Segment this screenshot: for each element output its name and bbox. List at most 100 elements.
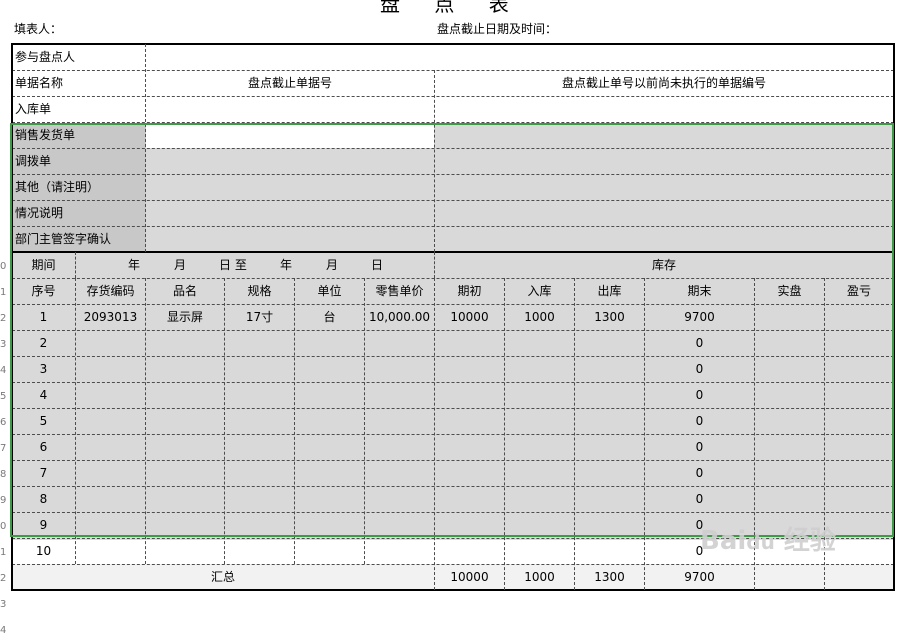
cell-open[interactable] [435, 434, 504, 460]
cell-open[interactable]: 10000 [435, 304, 504, 330]
cell-name[interactable] [146, 408, 224, 434]
cell-actual[interactable] [755, 434, 824, 460]
cell-price[interactable]: 10,000.00 [365, 304, 434, 330]
cell-actual[interactable] [755, 486, 824, 512]
cell-code[interactable] [76, 460, 145, 486]
cell-code[interactable]: 2093013 [76, 304, 145, 330]
cell-spec[interactable] [225, 538, 294, 564]
cell-unit[interactable] [295, 382, 364, 408]
cell-diff[interactable] [825, 408, 893, 434]
cell-price[interactable] [365, 382, 434, 408]
cell-in[interactable] [505, 434, 574, 460]
cell-open[interactable] [435, 408, 504, 434]
cell-in[interactable]: 1000 [505, 304, 574, 330]
cell-spec[interactable] [225, 486, 294, 512]
cell-diff[interactable] [825, 434, 893, 460]
cell-seq[interactable]: 10 [12, 538, 75, 564]
cell-unit[interactable] [295, 408, 364, 434]
cell-price[interactable] [365, 330, 434, 356]
row-header-number[interactable]: 3 [0, 340, 11, 350]
cell-price[interactable] [365, 434, 434, 460]
cell-out[interactable] [575, 330, 644, 356]
cell-code[interactable] [76, 538, 145, 564]
cell-code[interactable] [76, 382, 145, 408]
cell-price[interactable] [365, 460, 434, 486]
row-header-number[interactable]: 2 [0, 314, 11, 324]
cell-name[interactable] [146, 486, 224, 512]
cell-open[interactable] [435, 460, 504, 486]
cell-seq[interactable]: 6 [12, 434, 75, 460]
cell-open[interactable] [435, 538, 504, 564]
cell-name[interactable]: 显示屏 [146, 304, 224, 330]
cell-unit[interactable] [295, 486, 364, 512]
cell-code[interactable] [76, 408, 145, 434]
row-header-number[interactable]: 4 [0, 626, 11, 636]
cell-unit[interactable] [295, 356, 364, 382]
cell-unit[interactable]: 台 [295, 304, 364, 330]
cell-out[interactable] [575, 382, 644, 408]
cell-code[interactable] [76, 356, 145, 382]
cell-name[interactable] [146, 330, 224, 356]
cell-diff[interactable] [825, 304, 893, 330]
cell-out[interactable] [575, 434, 644, 460]
cell-seq[interactable]: 1 [12, 304, 75, 330]
cell-open[interactable] [435, 382, 504, 408]
row-header-strip[interactable]: 0 1 2 3 4 5 6 7 8 9 0 1 2 3 4 [0, 0, 11, 636]
cell-seq[interactable]: 3 [12, 356, 75, 382]
cell-end[interactable]: 0 [645, 460, 754, 486]
cell-name[interactable] [146, 434, 224, 460]
row-header-number[interactable]: 5 [0, 392, 11, 402]
cell-unit[interactable] [295, 538, 364, 564]
cell-in[interactable] [505, 408, 574, 434]
cell-code[interactable] [76, 434, 145, 460]
cell-open[interactable] [435, 512, 504, 538]
cell-diff[interactable] [825, 460, 893, 486]
cell-seq[interactable]: 2 [12, 330, 75, 356]
cell-actual[interactable] [755, 460, 824, 486]
row-header-number[interactable]: 3 [0, 600, 11, 610]
cell-price[interactable] [365, 408, 434, 434]
cell-name[interactable] [146, 460, 224, 486]
active-input-cell[interactable] [146, 124, 434, 148]
cell-diff[interactable] [825, 486, 893, 512]
cell-out[interactable] [575, 512, 644, 538]
cell-in[interactable] [505, 356, 574, 382]
cell-open[interactable] [435, 330, 504, 356]
cell-in[interactable] [505, 538, 574, 564]
cell-name[interactable] [146, 356, 224, 382]
row-header-number[interactable]: 8 [0, 470, 11, 480]
cell-end[interactable]: 0 [645, 330, 754, 356]
cell-spec[interactable] [225, 460, 294, 486]
cell-price[interactable] [365, 486, 434, 512]
cell-seq[interactable]: 9 [12, 512, 75, 538]
cell-name[interactable] [146, 382, 224, 408]
cell-spec[interactable] [225, 382, 294, 408]
cell-name[interactable] [146, 538, 224, 564]
row-header-number[interactable]: 6 [0, 418, 11, 428]
cell-in[interactable] [505, 382, 574, 408]
cell-code[interactable] [76, 486, 145, 512]
cell-actual[interactable] [755, 356, 824, 382]
cell-in[interactable] [505, 330, 574, 356]
cell-out[interactable] [575, 486, 644, 512]
cell-open[interactable] [435, 486, 504, 512]
cell-end[interactable]: 0 [645, 434, 754, 460]
cell-end[interactable]: 0 [645, 382, 754, 408]
row-header-number[interactable]: 1 [0, 288, 11, 298]
cell-out[interactable] [575, 408, 644, 434]
cell-out[interactable]: 1300 [575, 304, 644, 330]
cell-end[interactable]: 0 [645, 408, 754, 434]
row-header-number[interactable]: 2 [0, 574, 11, 584]
cell-code[interactable] [76, 330, 145, 356]
cell-seq[interactable]: 4 [12, 382, 75, 408]
cell-diff[interactable] [825, 356, 893, 382]
row-header-number[interactable]: 7 [0, 444, 11, 454]
cell-unit[interactable] [295, 460, 364, 486]
cell-out[interactable] [575, 460, 644, 486]
cell-spec[interactable] [225, 512, 294, 538]
cell-unit[interactable] [295, 512, 364, 538]
cell-actual[interactable] [755, 382, 824, 408]
cell-diff[interactable] [825, 382, 893, 408]
cell-unit[interactable] [295, 330, 364, 356]
cell-spec[interactable] [225, 434, 294, 460]
